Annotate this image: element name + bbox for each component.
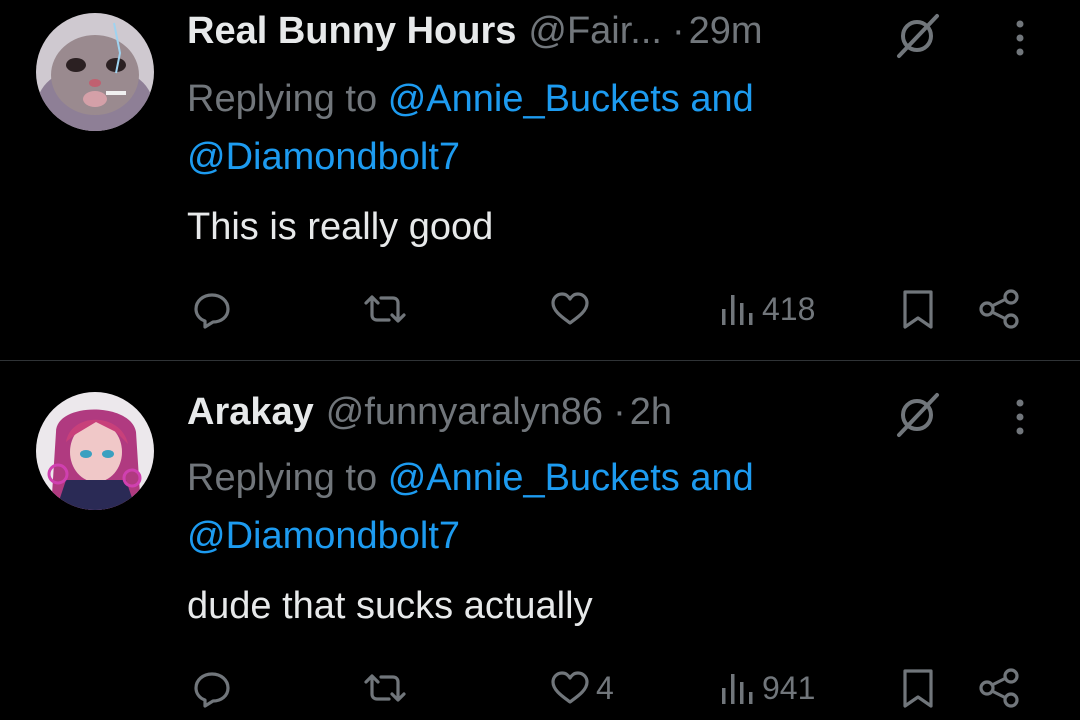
action-bar: 4 941: [0, 660, 1080, 716]
tweet-text: This is really good: [187, 206, 494, 248]
like-icon: [551, 671, 589, 704]
retweet-button[interactable]: [358, 660, 412, 716]
separator-dot: ·: [671, 10, 685, 52]
tweet-card[interactable]: Real Bunny Hours @Fair... · 29m Replying…: [0, 0, 1080, 361]
mention-link[interactable]: @Annie_Buckets: [388, 78, 680, 120]
mention-link[interactable]: @Annie_Buckets: [388, 457, 680, 499]
bookmark-icon: [903, 290, 933, 329]
user-handle[interactable]: @funnyaralyn86: [326, 387, 603, 437]
action-bar: 418: [0, 281, 1080, 337]
share-icon: [979, 668, 1019, 708]
like-button[interactable]: [548, 281, 596, 337]
display-name[interactable]: Arakay: [187, 387, 314, 437]
tweet-text: dude that sucks actually: [187, 585, 593, 627]
views-button[interactable]: 941: [718, 660, 815, 716]
mention-link[interactable]: @Diamondbolt7: [187, 136, 460, 178]
replying-prefix: Replying to: [187, 78, 378, 120]
timestamp[interactable]: 29m: [689, 6, 763, 56]
avatar[interactable]: [36, 392, 154, 510]
views-icon: [722, 674, 753, 704]
mention-conjunction[interactable]: and: [690, 78, 753, 120]
user-handle[interactable]: @Fair...: [528, 6, 662, 56]
bookmark-icon: [903, 669, 933, 708]
view-count: 941: [762, 669, 816, 706]
separator-dot: ·: [613, 391, 626, 433]
more-icon[interactable]: [1008, 395, 1032, 439]
retweet-button[interactable]: [358, 281, 412, 337]
display-name[interactable]: Real Bunny Hours: [187, 6, 516, 56]
tweet-card[interactable]: Arakay @funnyaralyn86 · 2h Replying to @…: [0, 361, 1080, 720]
like-count: 4: [596, 669, 614, 706]
views-button[interactable]: 418: [718, 281, 815, 337]
replying-to: Replying to @Annie_Buckets and @Diamondb…: [187, 449, 907, 565]
bookmark-button[interactable]: [898, 660, 938, 716]
replying-prefix: Replying to: [187, 457, 378, 499]
grok-icon[interactable]: [893, 10, 943, 60]
bookmark-button[interactable]: [898, 281, 938, 337]
mention-conjunction[interactable]: and: [690, 457, 753, 499]
reply-icon: [194, 293, 230, 329]
like-button[interactable]: 4: [548, 660, 614, 716]
share-icon: [979, 289, 1019, 329]
avatar[interactable]: [36, 13, 154, 131]
replying-to: Replying to @Annie_Buckets and @Diamondb…: [187, 70, 907, 186]
share-button[interactable]: [975, 660, 1025, 716]
like-icon: [551, 292, 589, 325]
retweet-icon: [364, 295, 406, 323]
view-count: 418: [762, 290, 816, 327]
reply-button[interactable]: [190, 660, 234, 716]
views-icon: [722, 295, 753, 325]
tweet-header: Real Bunny Hours @Fair... · 29m: [187, 6, 763, 56]
grok-icon[interactable]: [893, 389, 943, 439]
more-icon[interactable]: [1008, 16, 1032, 60]
timestamp[interactable]: 2h: [630, 387, 672, 437]
share-button[interactable]: [975, 281, 1025, 337]
reply-icon: [194, 672, 230, 708]
tweet-header: Arakay @funnyaralyn86 · 2h: [187, 387, 672, 437]
retweet-icon: [364, 674, 406, 702]
mention-link[interactable]: @Diamondbolt7: [187, 515, 460, 557]
reply-button[interactable]: [190, 281, 234, 337]
